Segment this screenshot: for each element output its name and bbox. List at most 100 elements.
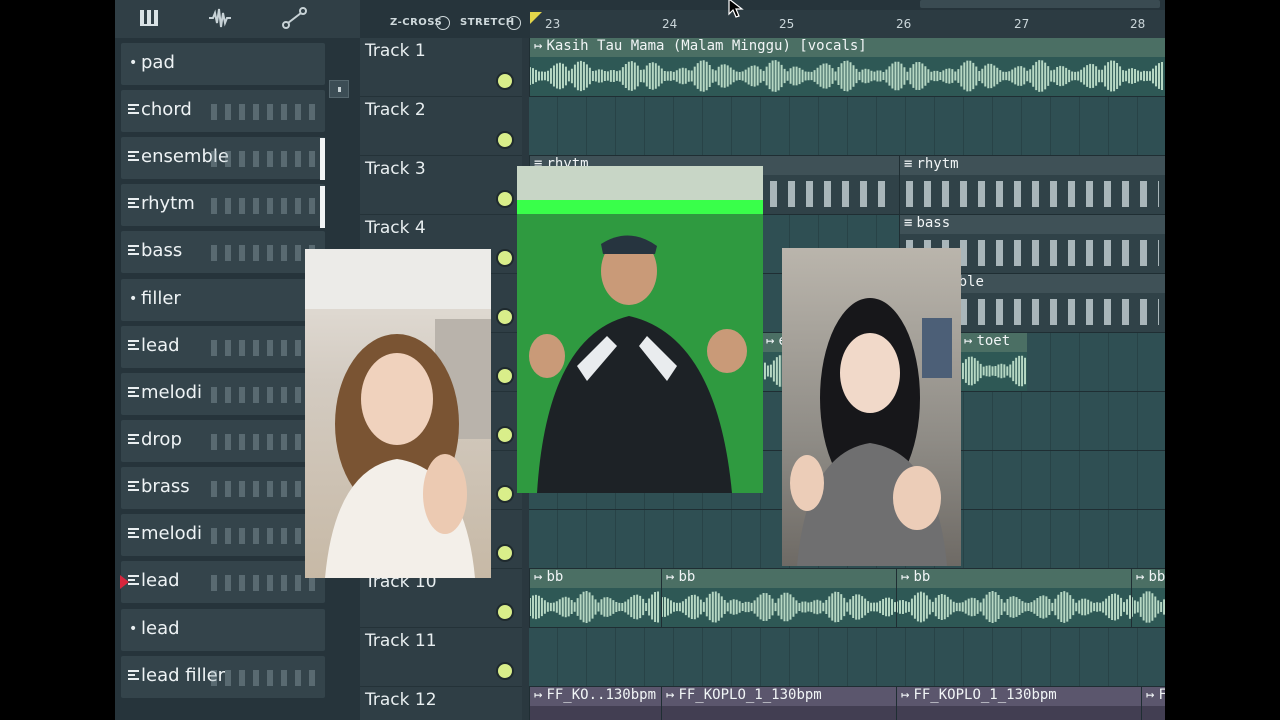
audio-clip[interactable]: ↦ FF_KO..130bpm (529, 687, 661, 720)
ruler-bar-number: 26 (896, 17, 912, 31)
track-header[interactable]: Track 3 (360, 156, 522, 215)
track-header[interactable]: Track 2 (360, 97, 522, 156)
audio-clip[interactable]: ↦ bb (896, 569, 1131, 627)
clip-header[interactable]: ≡ rhytm (900, 156, 1165, 175)
track-header[interactable]: Track 1 (360, 38, 522, 97)
audio-clip-icon: ↦ (1146, 687, 1155, 703)
clip-header[interactable]: ≡ bass (900, 215, 1165, 234)
pattern-item[interactable]: lead (121, 561, 325, 603)
track-header[interactable]: Track 11 (360, 628, 522, 687)
audio-clip-icon: ↦ (901, 569, 910, 585)
pattern-icon (128, 340, 139, 353)
pattern-icon (128, 151, 139, 164)
audio-clip[interactable]: ↦ bb (661, 569, 896, 627)
playhead-marker[interactable] (530, 12, 542, 24)
pattern-label: drop (141, 429, 182, 450)
pattern-item[interactable]: bass (121, 231, 325, 273)
audio-clip-icon: ↦ (534, 38, 543, 54)
pattern-item[interactable]: brass (121, 467, 325, 509)
ruler-bar-number: 24 (662, 17, 678, 31)
pattern-label: pad (141, 52, 175, 73)
track-name: Track 1 (365, 41, 426, 61)
audio-clip-icon: ↦ (534, 687, 543, 703)
clip-name: FF_KO..130bpm (546, 687, 657, 703)
ruler-bar-number: 25 (779, 17, 795, 31)
clip-name: FF_KOPLO_1_130bpm (913, 687, 1057, 703)
clip-header[interactable]: ↦ bb (1132, 569, 1165, 588)
track-mute-toggle[interactable] (498, 74, 512, 88)
pattern-item[interactable]: • pad (121, 43, 325, 85)
audio-clip[interactable]: ↦ FF_KOPLO_1_130bpm (661, 687, 896, 720)
track-mute-toggle[interactable] (498, 192, 512, 206)
pattern-scroll-indicator[interactable] (320, 138, 325, 180)
track-mute-toggle[interactable] (498, 605, 512, 619)
track-name: Track 11 (365, 631, 437, 651)
pattern-label: filler (141, 288, 181, 309)
clip-name: rhytm (916, 156, 959, 172)
pattern-label: bass (141, 240, 183, 261)
track-mute-toggle[interactable] (498, 428, 512, 442)
clip-header[interactable]: ↦ toet (960, 333, 1027, 352)
playlist-horizontal-scrollbar[interactable] (920, 0, 1160, 8)
audio-clip[interactable]: ↦ bb (529, 569, 661, 627)
audio-clip[interactable]: ↦ bb (1131, 569, 1165, 627)
audio-clip-icon: ↦ (534, 569, 543, 585)
audio-clip[interactable]: ↦FF (1141, 687, 1165, 720)
track-mute-toggle[interactable] (498, 133, 512, 147)
ruler-bar-number: 23 (545, 17, 561, 31)
pattern-icon (128, 198, 139, 211)
clip-header[interactable]: ↦ FF_KOPLO_1_130bpm (662, 687, 896, 706)
pattern-clip[interactable]: ≡ rhytm (899, 156, 1165, 214)
audio-clip-icon: ↦ (766, 333, 775, 349)
clip-header[interactable]: ↦ FF_KOPLO_1_130bpm (897, 687, 1141, 706)
track-mute-toggle[interactable] (498, 369, 512, 383)
clip-name: bb (913, 569, 931, 585)
mouse-cursor-icon (728, 0, 746, 18)
pattern-item[interactable]: drop (121, 420, 325, 462)
track-mute-toggle[interactable] (498, 546, 512, 560)
pattern-picker-icon[interactable] (137, 6, 165, 30)
pattern-label: lead (141, 570, 180, 591)
pattern-item[interactable]: lead (121, 326, 325, 368)
audio-clip[interactable]: ↦ toet (959, 333, 1027, 391)
audio-clip-icon: ↦ (666, 569, 675, 585)
track-mute-toggle[interactable] (498, 664, 512, 678)
automation-curve-icon[interactable] (281, 6, 309, 30)
pattern-item[interactable]: melodi (121, 514, 325, 556)
audio-wave-icon[interactable] (207, 6, 235, 30)
pattern-label: melodi (141, 523, 203, 544)
pattern-item[interactable]: ensemble (121, 137, 325, 179)
clip-header[interactable]: ↦ FF_KO..130bpm (530, 687, 661, 706)
clip-header[interactable]: ↦ bb (662, 569, 896, 588)
stretch-toggle[interactable] (507, 16, 521, 30)
pattern-scroll-indicator[interactable] (320, 186, 325, 228)
clip-name: bb (678, 569, 696, 585)
track-mute-toggle[interactable] (498, 487, 512, 501)
clip-header[interactable]: ↦ bb (530, 569, 661, 588)
zcross-toggle[interactable] (436, 16, 450, 30)
clip-name: FF_KOPLO_1_130bpm (678, 687, 822, 703)
audio-clip[interactable]: ↦ Kasih Tau Mama (Malam Minggu) [vocals] (529, 38, 1165, 96)
pattern-item[interactable]: lead filler (121, 656, 325, 698)
track-mute-toggle[interactable] (498, 310, 512, 324)
time-ruler[interactable]: 23 24 25 26 27 28 (530, 10, 1165, 38)
pattern-dot-icon: • (129, 55, 138, 71)
track-mute-toggle[interactable] (498, 251, 512, 265)
pattern-item[interactable]: rhytm (121, 184, 325, 226)
selected-pattern-marker-icon (120, 575, 129, 589)
pattern-item[interactable]: • filler (121, 279, 325, 321)
track-lane[interactable] (529, 97, 1165, 156)
track-header[interactable]: Track 12 (360, 687, 522, 720)
pattern-item[interactable]: • lead (121, 609, 325, 651)
clip-header[interactable]: ↦ Kasih Tau Mama (Malam Minggu) [vocals] (530, 38, 1165, 57)
track-lane[interactable] (529, 628, 1165, 687)
track-lane[interactable]: ↦ FF_KO..130bpm ↦ FF_KOPLO_1_130bpm ↦ FF_KOPL… (529, 687, 1165, 720)
pattern-list-scroll-button[interactable] (329, 80, 349, 98)
clip-header[interactable]: ↦ bb (897, 569, 1131, 588)
pattern-item[interactable]: melodi (121, 373, 325, 415)
audio-clip[interactable]: ↦ FF_KOPLO_1_130bpm (896, 687, 1141, 720)
track-lane[interactable]: ↦ bb ↦ bb ↦ bb ↦ bb (529, 569, 1165, 628)
clip-header[interactable]: ↦FF (1142, 687, 1165, 706)
pattern-item[interactable]: chord (121, 90, 325, 132)
track-lane[interactable]: ↦ Kasih Tau Mama (Malam Minggu) [vocals] (529, 38, 1165, 97)
